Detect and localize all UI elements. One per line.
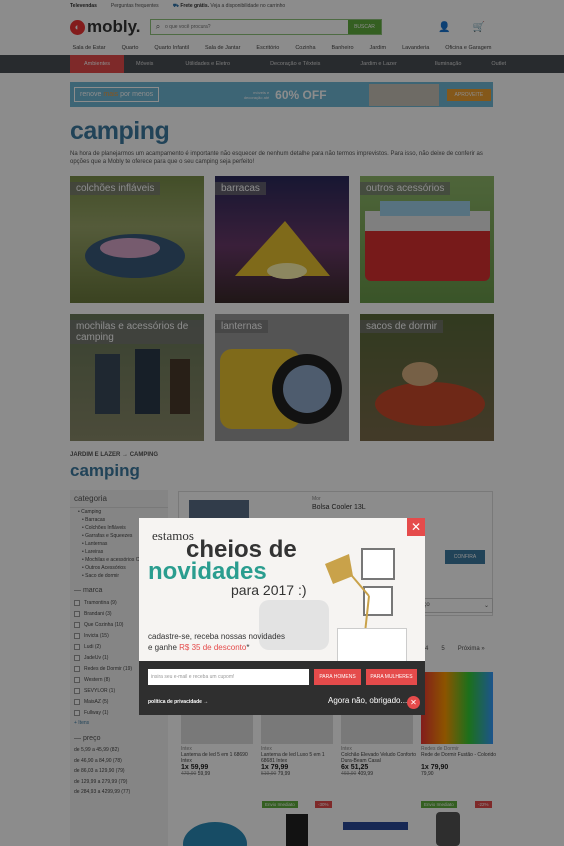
privacy-policy-link[interactable]: política de privacidade → [148,699,208,705]
modal-text-para: para 2017 :) [231,582,307,598]
newsletter-modal: estamos cheios de novidades para 2017 :)… [139,518,425,715]
modal-signup-bar: insira seu e-mail e receba um cupom! PAR… [139,661,425,715]
modal-offer-text: cadastre-se, receba nossas novidades e ga… [148,632,285,652]
nightstand-image [337,628,407,663]
close-icon[interactable]: ✕ [407,696,420,709]
modal-overlay[interactable] [0,0,564,846]
para-homens-button[interactable]: PARA HOMENS [314,669,361,685]
email-field[interactable]: insira seu e-mail e receba um cupom! [148,669,309,685]
close-icon[interactable]: ✕ [407,518,425,536]
para-mulheres-button[interactable]: PARA MULHERES [366,669,417,685]
no-thanks-link[interactable]: Agora não, obrigado... [328,696,407,705]
